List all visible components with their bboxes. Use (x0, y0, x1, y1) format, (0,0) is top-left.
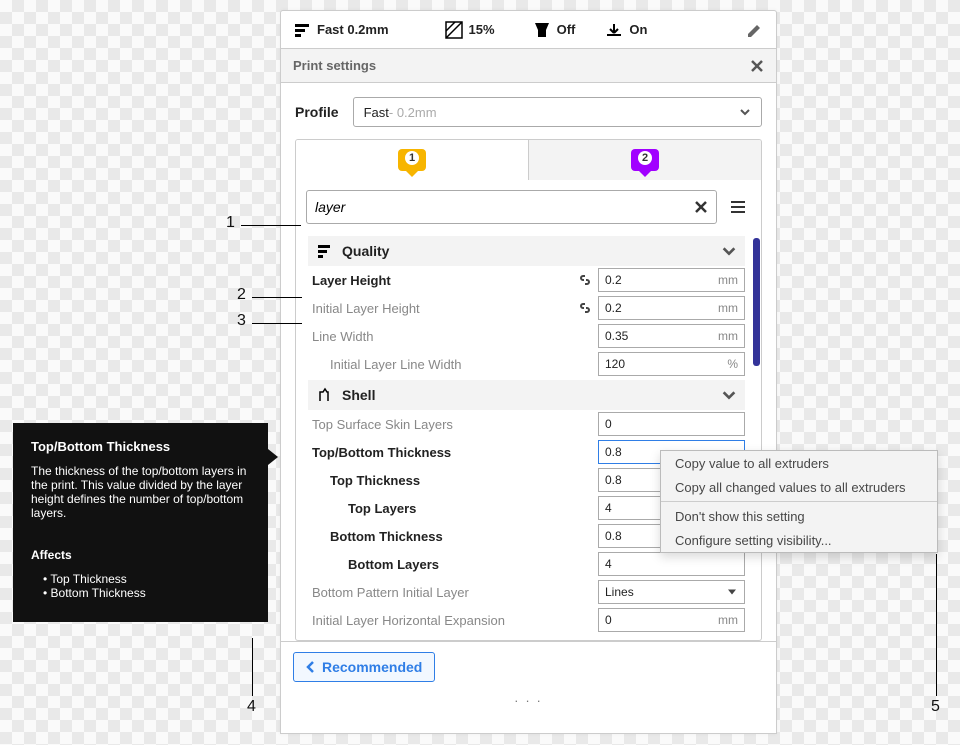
section-title: Shell (342, 387, 375, 403)
tooltip-affects-item: Top Thickness (43, 572, 250, 586)
search-input[interactable] (315, 199, 694, 215)
profile-value: Fast (364, 105, 389, 120)
callout-line (252, 297, 302, 298)
chevron-left-icon (306, 661, 316, 673)
search-box[interactable] (306, 190, 717, 224)
profile-text: Fast 0.2mm (317, 22, 389, 37)
ctx-configure-visibility[interactable]: Configure setting visibility... (661, 528, 937, 552)
support-chunk[interactable]: Off (533, 21, 576, 39)
extruder-marker-2: 2 (631, 149, 659, 171)
callout-4: 4 (247, 698, 256, 716)
callout-line (241, 225, 301, 226)
section-shell[interactable]: Shell (308, 380, 745, 410)
ctx-copy-all[interactable]: Copy all changed values to all extruders (661, 475, 937, 499)
setting-tooltip: Top/Bottom Thickness The thickness of th… (13, 423, 268, 622)
drag-handle-icon[interactable]: . . . (293, 690, 764, 705)
recommended-button[interactable]: Recommended (293, 652, 435, 682)
initial-layer-height-field[interactable]: 0.2mm (598, 296, 745, 320)
tooltip-affects-heading: Affects (31, 548, 250, 562)
ctx-copy-value[interactable]: Copy value to all extruders (661, 451, 937, 475)
tooltip-body: The thickness of the top/bottom layers i… (31, 464, 250, 520)
initial-line-width-field[interactable]: 120% (598, 352, 745, 376)
search-row (296, 180, 761, 234)
scrollbar[interactable] (753, 238, 758, 638)
chevron-down-icon (721, 387, 737, 403)
bottom-pattern-initial-field[interactable]: Lines (598, 580, 745, 604)
callout-2: 2 (237, 286, 246, 304)
callout-5: 5 (931, 698, 940, 716)
line-width-field[interactable]: 0.35mm (598, 324, 745, 348)
adhesion-text: On (629, 22, 647, 37)
quality-icon (316, 243, 332, 259)
profile-suffix: - 0.2mm (389, 105, 437, 120)
support-text: Off (557, 22, 576, 37)
infill-text: 15% (469, 22, 495, 37)
callout-3: 3 (237, 312, 246, 330)
callout-line (936, 554, 937, 696)
callout-1: 1 (226, 214, 235, 232)
adhesion-chunk[interactable]: On (605, 21, 647, 39)
chevron-down-icon (721, 243, 737, 259)
setting-layer-height: Layer Height 0.2mm (308, 266, 745, 294)
ctx-separator (661, 501, 937, 502)
extruder-tab-1[interactable]: 1 (296, 140, 529, 180)
chevron-down-icon (739, 106, 751, 118)
setting-top-surface-skin: Top Surface Skin Layers 0 (308, 410, 745, 438)
profile-chunk[interactable]: Fast 0.2mm (293, 21, 389, 39)
callout-line (252, 638, 253, 696)
setting-initial-layer-height: Initial Layer Height 0.2mm (308, 294, 745, 322)
settings-list: Quality Layer Height 0.2mm Initial Layer… (296, 236, 761, 640)
support-icon (533, 21, 551, 39)
tooltip-affects-item: Bottom Thickness (43, 586, 250, 600)
profile-row: Profile Fast - 0.2mm (295, 97, 762, 127)
adhesion-icon (605, 21, 623, 39)
tooltip-title: Top/Bottom Thickness (31, 439, 250, 454)
extruder-tabs: 1 2 (295, 139, 762, 180)
setting-initial-line-width: Initial Layer Line Width 120% (308, 350, 745, 378)
section-title: Quality (342, 243, 389, 259)
setting-bottom-pattern-initial: Bottom Pattern Initial Layer Lines (308, 578, 745, 606)
close-icon[interactable] (750, 59, 764, 73)
layer-height-field[interactable]: 0.2mm (598, 268, 745, 292)
panel-footer: Recommended . . . (281, 641, 776, 733)
section-quality[interactable]: Quality (308, 236, 745, 266)
top-surface-skin-field[interactable]: 0 (598, 412, 745, 436)
print-settings-panel: Fast 0.2mm 15% Off On Print settings Pro… (280, 10, 777, 734)
panel-title: Print settings (293, 58, 376, 73)
link-icon[interactable] (578, 273, 592, 287)
bottom-layers-field[interactable]: 4 (598, 552, 745, 576)
clear-search-icon[interactable] (694, 200, 708, 214)
edit-icon[interactable] (746, 21, 764, 39)
initial-horiz-expansion-field[interactable]: 0mm (598, 608, 745, 632)
extruder-marker-1: 1 (398, 149, 426, 171)
tooltip-affects-list: Top Thickness Bottom Thickness (31, 572, 250, 600)
layers-icon (293, 21, 311, 39)
infill-icon (445, 21, 463, 39)
shell-icon (316, 387, 332, 403)
scrollbar-thumb[interactable] (753, 238, 760, 366)
context-menu: Copy value to all extruders Copy all cha… (660, 450, 938, 553)
callout-line (252, 323, 302, 324)
link-icon[interactable] (578, 301, 592, 315)
setting-line-width: Line Width 0.35mm (308, 322, 745, 350)
status-strip: Fast 0.2mm 15% Off On (281, 11, 776, 49)
settings-visibility-icon[interactable] (725, 190, 751, 224)
extruder-tab-2[interactable]: 2 (529, 140, 761, 180)
setting-initial-horiz-expansion: Initial Layer Horizontal Expansion 0mm (308, 606, 745, 634)
infill-chunk[interactable]: 15% (445, 21, 495, 39)
profile-label: Profile (295, 104, 339, 120)
panel-header: Print settings (281, 49, 776, 83)
setting-bottom-layers: Bottom Layers 4 (308, 550, 745, 578)
ctx-hide-setting[interactable]: Don't show this setting (661, 504, 937, 528)
profile-select[interactable]: Fast - 0.2mm (353, 97, 762, 127)
